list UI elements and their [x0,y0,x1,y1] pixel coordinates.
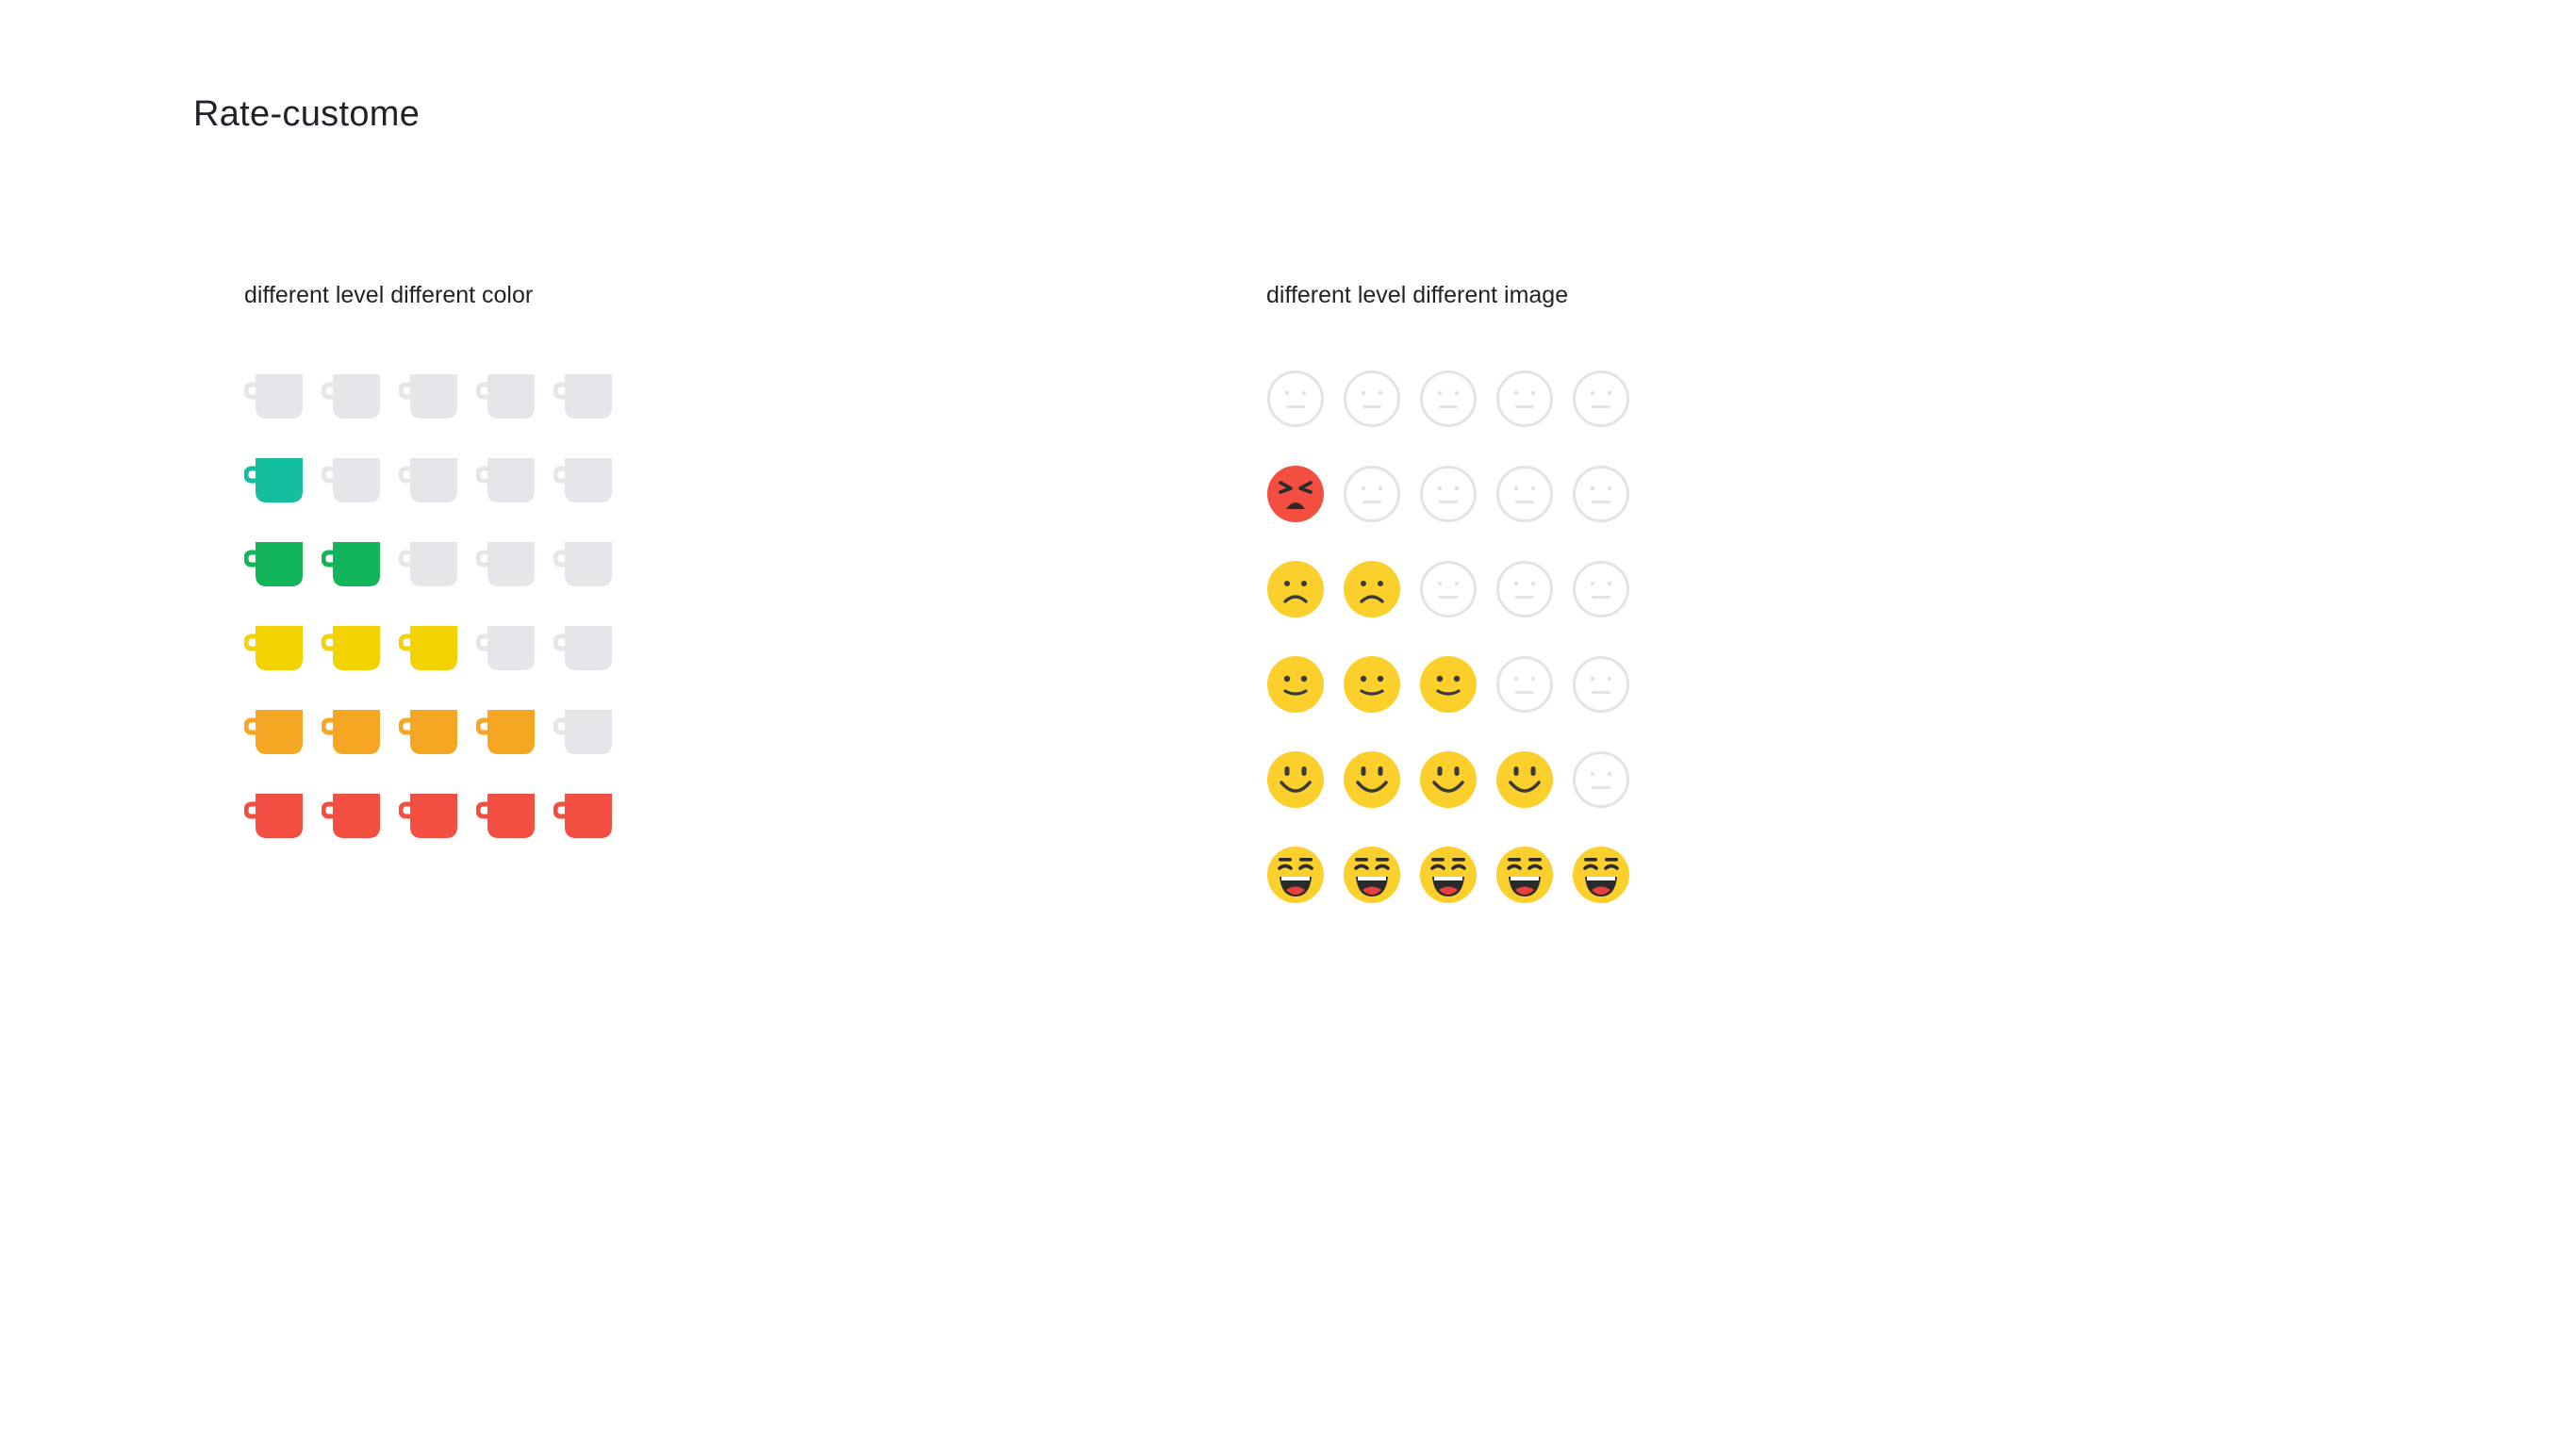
empty-face-icon[interactable] [1419,370,1478,428]
cup-icon[interactable] [399,370,457,420]
cup-rate-section: different level different color [244,279,612,838]
face-rate-row [1266,560,1643,617]
cup-icon[interactable] [399,705,457,756]
cup-icon[interactable] [476,621,535,672]
empty-face-icon[interactable] [1419,465,1478,523]
cup-icon[interactable] [476,537,535,588]
cup-icon[interactable] [322,453,380,504]
cup-rate-row [244,705,621,756]
empty-face-icon[interactable] [1572,465,1630,523]
sad-face-icon[interactable] [1343,560,1401,618]
empty-face-icon[interactable] [1343,370,1401,428]
cup-icon[interactable] [399,537,457,588]
neutral-face-icon[interactable] [1419,655,1478,714]
laugh-face-icon[interactable] [1266,846,1325,904]
cup-icon[interactable] [322,621,380,672]
empty-face-icon[interactable] [1495,465,1554,523]
page: Rate-custome different level different c… [0,0,2576,1448]
face-rate-row [1266,465,1643,523]
neutral-face-icon[interactable] [1266,655,1325,714]
cup-icon[interactable] [553,537,612,588]
cup-icon[interactable] [322,537,380,588]
cup-icon[interactable] [553,789,612,840]
cup-icon[interactable] [244,453,303,504]
laugh-face-icon[interactable] [1495,846,1554,904]
face-section-title: different level different image [1266,282,1569,308]
cup-icon[interactable] [476,705,535,756]
cup-icon[interactable] [244,537,303,588]
empty-face-icon[interactable] [1495,560,1554,618]
smile-face-icon[interactable] [1495,750,1554,809]
empty-face-icon[interactable] [1572,655,1630,714]
laugh-face-icon[interactable] [1419,846,1478,904]
sad-face-icon[interactable] [1266,560,1325,618]
cup-icon[interactable] [553,453,612,504]
smile-face-icon[interactable] [1266,750,1325,809]
cup-rate-row [244,621,621,672]
cup-icon[interactable] [476,370,535,420]
cup-icon[interactable] [476,453,535,504]
face-rate-row [1266,370,1643,428]
cup-rate-row [244,789,621,840]
cup-icon[interactable] [399,789,457,840]
cup-rate-row [244,453,621,504]
cup-rate-row [244,537,621,588]
cup-icon[interactable] [553,705,612,756]
empty-face-icon[interactable] [1495,655,1554,714]
smile-face-icon[interactable] [1419,750,1478,809]
empty-face-icon[interactable] [1419,560,1478,618]
empty-face-icon[interactable] [1495,370,1554,428]
cup-icon[interactable] [244,370,303,420]
laugh-face-icon[interactable] [1572,846,1630,904]
neutral-face-icon[interactable] [1343,655,1401,714]
cup-icon[interactable] [322,370,380,420]
cup-icon[interactable] [553,621,612,672]
empty-face-icon[interactable] [1572,560,1630,618]
cup-icon[interactable] [476,789,535,840]
cup-icon[interactable] [399,621,457,672]
smile-face-icon[interactable] [1343,750,1401,809]
cup-icon[interactable] [244,705,303,756]
cup-icon[interactable] [244,789,303,840]
cup-section-title: different level different color [244,282,534,308]
laugh-face-icon[interactable] [1343,846,1401,904]
empty-face-icon[interactable] [1572,370,1630,428]
face-rate-section: different level different image [1266,279,1629,903]
page-title: Rate-custome [193,94,421,134]
face-rate-row [1266,846,1643,904]
face-rate-row [1266,655,1643,714]
cup-rate-row [244,370,621,420]
empty-face-icon[interactable] [1266,370,1325,428]
empty-face-icon[interactable] [1343,465,1401,523]
cup-icon[interactable] [322,705,380,756]
cup-icon[interactable] [553,370,612,420]
cup-icon[interactable] [399,453,457,504]
empty-face-icon[interactable] [1572,750,1630,809]
cup-icon[interactable] [244,621,303,672]
face-rate-row [1266,750,1643,809]
angry-face-icon[interactable] [1266,465,1325,523]
cup-icon[interactable] [322,789,380,840]
